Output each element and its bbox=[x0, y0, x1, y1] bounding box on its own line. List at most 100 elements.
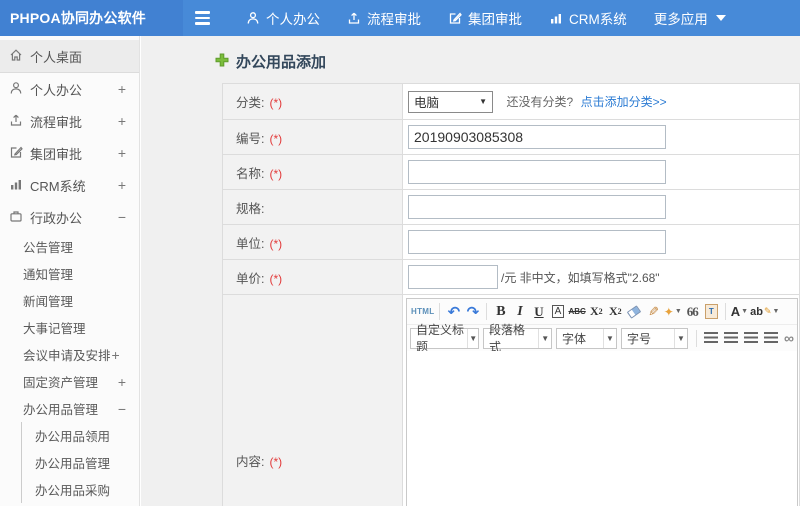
person-icon bbox=[9, 81, 23, 98]
caret-down-icon: ▼ bbox=[538, 328, 551, 348]
sidebar-item-events-mgmt[interactable]: 大事记管理 bbox=[0, 314, 139, 341]
sparkle-icon: ✦ bbox=[663, 304, 674, 319]
expand-icon: + bbox=[117, 177, 126, 193]
sidebar-item-personal-office[interactable]: 个人办公 + bbox=[0, 73, 139, 105]
sidebar-item-announcement-mgmt[interactable]: 公告管理 bbox=[0, 233, 139, 260]
sidebar-item-supplies-requisition[interactable]: 办公用品领用 bbox=[22, 422, 139, 449]
app-logo: PHPOA协同办公软件 bbox=[0, 0, 183, 36]
nav-crm[interactable]: CRM系统 bbox=[549, 8, 627, 28]
link-icon[interactable]: ∞ bbox=[784, 330, 794, 346]
sidebar-item-meeting-mgmt[interactable]: 会议申请及安排 + bbox=[0, 341, 139, 368]
bold-button[interactable]: B bbox=[492, 302, 509, 322]
no-category-note: 还没有分类? bbox=[506, 94, 574, 109]
form-row-price: 单价: (*) /元 非中文，如填写格式"2.68" bbox=[221, 259, 800, 295]
blockquote-button[interactable]: 66 bbox=[684, 302, 701, 322]
editor-toolbar-row1: HTML ↶ ↷ B I U A ABC X2 X2 ✎ ✦ ▼ 66 T A … bbox=[407, 299, 797, 324]
redo-button[interactable]: ↷ bbox=[464, 302, 481, 322]
page-title: 办公用品添加 bbox=[215, 51, 800, 72]
strikethrough-button[interactable]: ABC bbox=[568, 302, 585, 322]
auto-typeset-button[interactable]: ✦ ▼ bbox=[664, 302, 682, 322]
expand-icon: + bbox=[111, 346, 120, 363]
unit-input[interactable] bbox=[408, 230, 667, 254]
sidebar-item-notice-mgmt[interactable]: 通知管理 bbox=[0, 260, 139, 287]
caret-down-icon: ▼ bbox=[674, 328, 687, 348]
expand-icon: + bbox=[117, 373, 126, 390]
edit-icon bbox=[9, 145, 23, 162]
nav-workflow-approval[interactable]: 流程审批 bbox=[347, 8, 421, 28]
supplies-submenu: 办公用品领用 办公用品管理 办公用品采购 bbox=[21, 422, 139, 503]
highlight-color-button[interactable]: ab ✎ ▼ bbox=[750, 302, 779, 322]
name-input[interactable] bbox=[408, 160, 667, 184]
top-nav: 个人办公 流程审批 集团审批 CRM系统 更多应用 bbox=[246, 8, 753, 28]
align-justify-button[interactable] bbox=[764, 331, 779, 345]
html-source-button[interactable]: HTML bbox=[411, 302, 434, 322]
sidebar-item-desktop[interactable]: 个人桌面 bbox=[0, 40, 139, 73]
flow-icon bbox=[9, 113, 23, 130]
expand-icon: + bbox=[117, 113, 126, 129]
sidebar: 个人桌面 个人办公 + 流程审批 + 集团审批 + CRM系统 + 行政办公 −… bbox=[0, 36, 140, 506]
sidebar-item-supplies-purchase[interactable]: 办公用品采购 bbox=[22, 476, 139, 503]
remove-format-button[interactable] bbox=[626, 302, 643, 322]
sidebar-item-supplies-mgmt[interactable]: 办公用品管理 bbox=[22, 449, 139, 476]
paste-plain-button[interactable]: T bbox=[703, 302, 720, 322]
select-caret-icon: ▼ bbox=[479, 97, 488, 106]
caret-down-icon: ▼ bbox=[467, 328, 478, 348]
sidebar-item-group-approval[interactable]: 集团审批 + bbox=[0, 137, 139, 169]
heading-select[interactable]: 自定义标题 ▼ bbox=[410, 323, 480, 354]
expand-icon: + bbox=[117, 81, 126, 97]
caret-down-icon: ▼ bbox=[741, 308, 749, 315]
nav-personal-office[interactable]: 个人办公 bbox=[246, 8, 320, 28]
form-row-name: 名称: (*) bbox=[221, 154, 800, 190]
required-mark: (*) bbox=[269, 96, 283, 110]
collapse-icon: − bbox=[117, 209, 126, 225]
nav-more-apps[interactable]: 更多应用 bbox=[654, 8, 726, 28]
expand-icon: + bbox=[117, 145, 126, 161]
align-right-button[interactable] bbox=[744, 331, 759, 345]
category-label-cell: 分类: (*) bbox=[221, 83, 404, 120]
editor-content-area[interactable] bbox=[407, 351, 797, 506]
chart-icon bbox=[549, 11, 563, 25]
font-family-select[interactable]: 字体 ▼ bbox=[556, 327, 618, 349]
rich-text-editor: HTML ↶ ↷ B I U A ABC X2 X2 ✎ ✦ ▼ 66 T A … bbox=[406, 298, 798, 506]
align-center-button[interactable] bbox=[724, 331, 739, 345]
nav-group-approval[interactable]: 集团审批 bbox=[448, 8, 522, 28]
required-mark: (*) bbox=[269, 236, 283, 251]
superscript-button[interactable]: X2 bbox=[588, 302, 605, 322]
sidebar-item-office-supplies-mgmt[interactable]: 办公用品管理 − bbox=[0, 395, 139, 422]
add-category-link[interactable]: 点击添加分类>> bbox=[581, 95, 667, 109]
plus-icon bbox=[215, 53, 229, 71]
category-select[interactable]: 电脑 ▼ bbox=[408, 90, 494, 113]
sidebar-item-admin-office[interactable]: 行政办公 − bbox=[0, 201, 139, 233]
edit-icon bbox=[448, 11, 462, 25]
underline-button[interactable]: U bbox=[530, 302, 547, 322]
clipboard-icon: T bbox=[704, 304, 718, 319]
font-size-select[interactable]: 字号 ▼ bbox=[621, 327, 689, 349]
price-format-hint: /元 非中文，如填写格式"2.68" bbox=[501, 270, 660, 285]
eraser-icon bbox=[627, 304, 642, 319]
subscript-button[interactable]: X2 bbox=[607, 302, 624, 322]
sidebar-item-workflow-approval[interactable]: 流程审批 + bbox=[0, 105, 139, 137]
person-icon bbox=[246, 11, 260, 25]
required-mark: (*) bbox=[269, 166, 283, 181]
sidebar-item-crm[interactable]: CRM系统 + bbox=[0, 169, 139, 201]
editor-toolbar-row2: 自定义标题 ▼ 段落格式 ▼ 字体 ▼ 字号 ▼ ∞ bbox=[407, 323, 797, 354]
paragraph-select[interactable]: 段落格式 ▼ bbox=[483, 323, 553, 354]
hamburger-icon[interactable] bbox=[195, 11, 210, 25]
spec-input[interactable] bbox=[408, 195, 667, 219]
undo-button[interactable]: ↶ bbox=[445, 302, 462, 322]
code-input[interactable] bbox=[408, 125, 667, 149]
font-border-button[interactable]: A bbox=[549, 302, 566, 322]
italic-button[interactable]: I bbox=[511, 302, 528, 322]
caret-down-icon: ▼ bbox=[603, 328, 616, 348]
top-bar: PHPOA协同办公软件 个人办公 流程审批 集团审批 CRM系统 更多应用 bbox=[0, 0, 800, 36]
form-row-unit: 单位: (*) bbox=[221, 224, 800, 260]
required-mark: (*) bbox=[269, 454, 283, 469]
align-left-button[interactable] bbox=[704, 331, 719, 345]
format-brush-button[interactable]: ✎ bbox=[645, 302, 662, 322]
form-row-spec: 规格: bbox=[221, 189, 800, 225]
sidebar-item-news-mgmt[interactable]: 新闻管理 bbox=[0, 287, 139, 314]
sidebar-item-fixed-assets-mgmt[interactable]: 固定资产管理 + bbox=[0, 368, 139, 395]
font-color-button[interactable]: A ▼ bbox=[731, 302, 748, 322]
price-input[interactable] bbox=[408, 265, 499, 289]
chart-icon bbox=[9, 177, 23, 194]
